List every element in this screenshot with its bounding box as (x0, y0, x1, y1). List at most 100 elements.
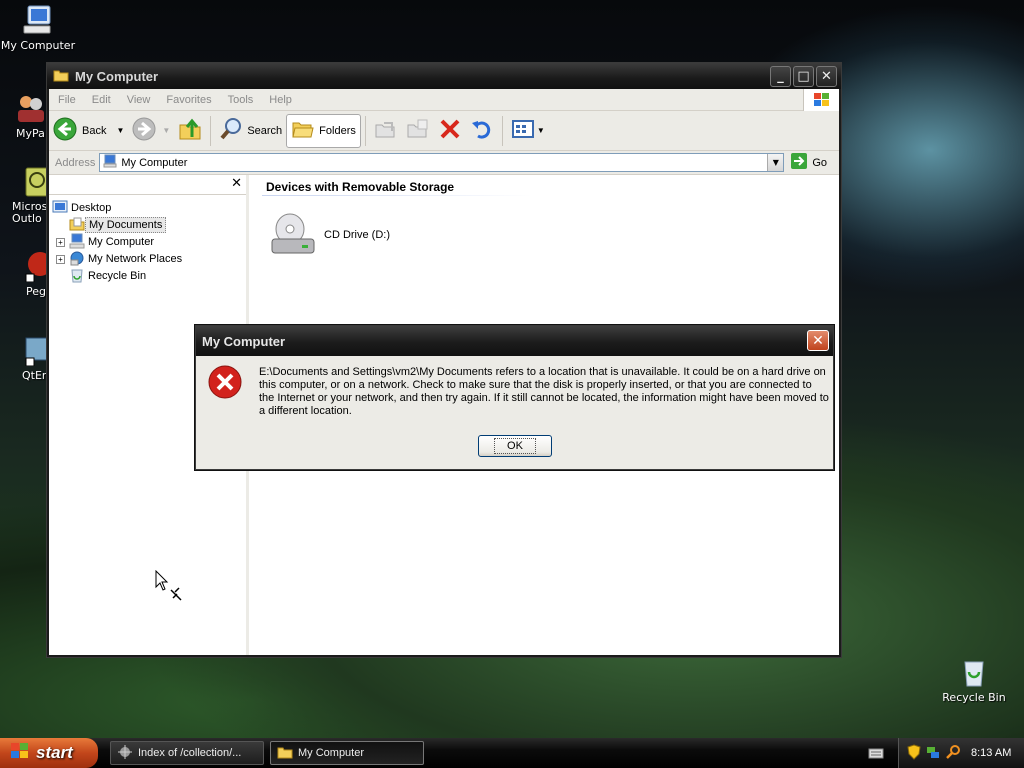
expand-icon[interactable]: + (56, 254, 65, 264)
menu-view[interactable]: View (127, 94, 151, 106)
error-dialog: My Computer ✕ E:\Documents and Settings\… (195, 325, 834, 470)
windows-logo-icon (10, 742, 30, 765)
copy-to-icon (406, 117, 430, 144)
start-button[interactable]: start (0, 738, 98, 768)
back-button[interactable]: Back ▼ (49, 114, 128, 148)
up-folder-icon (178, 117, 202, 144)
ok-label: OK (494, 438, 536, 454)
search-button[interactable]: Search (215, 114, 286, 148)
toolbar-separator (501, 115, 503, 146)
cd-drive-item[interactable]: CD Drive (D:) (270, 209, 390, 260)
computer-small-icon (103, 154, 117, 171)
folders-button[interactable]: Folders (286, 113, 361, 148)
desktop-icon-label: Recycle Bin (942, 691, 1006, 704)
tree-item-desktop[interactable]: Desktop (52, 200, 114, 216)
tree-item-my-computer[interactable]: + My Computer (56, 233, 157, 250)
desktop-icon-label: QtEr (22, 369, 46, 382)
maximize-button[interactable]: □ (793, 65, 814, 87)
delete-icon (438, 117, 462, 144)
clock[interactable]: 8:13 AM (971, 747, 1011, 759)
desktop-icon-recycle-bin[interactable]: Recycle Bin (936, 656, 1012, 704)
taskbar-item-browser[interactable]: Index of /collection/... (110, 741, 264, 765)
taskbar-item-label: Index of /collection/... (138, 747, 242, 759)
minimize-button[interactable]: _ (770, 65, 791, 87)
window-titlebar[interactable]: My Computer _ □ ✕ (47, 63, 841, 89)
tree-item-my-network-places[interactable]: + My Network Places (56, 251, 185, 267)
delete-button[interactable] (434, 114, 466, 148)
window-title: My Computer (75, 68, 159, 84)
go-label: Go (812, 156, 828, 169)
desktop-icon-label: MyPa (16, 127, 45, 140)
error-icon (208, 365, 242, 402)
menu-bar: File Edit View Favorites Tools Help (49, 89, 839, 111)
toolbar-separator (364, 115, 366, 146)
address-input[interactable]: My Computer ▼ (99, 153, 785, 172)
windows-logo-icon (803, 89, 839, 111)
menu-file[interactable]: File (58, 94, 76, 106)
menu-favorites[interactable]: Favorites (166, 94, 211, 106)
up-folder-button[interactable] (174, 114, 206, 148)
browser-icon (117, 744, 133, 763)
views-icon (511, 117, 535, 144)
outlook-icon (24, 166, 46, 198)
views-dropdown-icon[interactable]: ▼ (537, 126, 545, 135)
tree-item-label: Recycle Bin (88, 270, 147, 282)
folders-pane-header: ✕ (49, 175, 246, 195)
dialog-titlebar[interactable]: My Computer (196, 326, 833, 356)
ok-button[interactable]: OK (478, 435, 552, 457)
menu-help[interactable]: Help (269, 94, 292, 106)
start-label: start (36, 743, 73, 762)
dialog-title: My Computer (202, 333, 286, 349)
folder-icon (53, 68, 69, 85)
desktop-icon-peg[interactable]: Peg (0, 250, 46, 298)
group-header: Devices with Removable Storage (266, 180, 455, 194)
go-arrow-icon (790, 152, 808, 173)
menu-tools[interactable]: Tools (228, 94, 254, 106)
cd-drive-label: CD Drive (D:) (324, 228, 390, 241)
taskbar: start Index of /collection/... My Comput… (0, 738, 1024, 768)
forward-arrow-icon (132, 117, 156, 144)
keyboard-icon[interactable] (868, 746, 884, 763)
move-to-button[interactable] (370, 114, 402, 148)
back-dropdown-icon[interactable]: ▼ (116, 126, 124, 135)
address-dropdown-icon[interactable]: ▼ (767, 154, 784, 171)
close-button[interactable]: ✕ (816, 65, 837, 87)
desktop-icon-label: Peg (26, 285, 46, 298)
folders-label: Folders (319, 124, 356, 137)
views-button[interactable]: ▼ (507, 114, 549, 148)
tree-item-label: My Documents (85, 217, 167, 233)
desktop-icon-qter[interactable]: QtEr (0, 334, 46, 382)
forward-button[interactable]: ▼ (128, 114, 174, 148)
desktop-icon-outlook[interactable]: Micros Outlo (0, 166, 46, 225)
desktop-icon-mypa[interactable]: MyPa (0, 92, 46, 140)
network-tray-icon[interactable] (925, 744, 941, 763)
desktop-icon-label: Micros Outlo (12, 200, 46, 225)
go-button[interactable]: Go (790, 152, 827, 173)
tree-item-my-documents[interactable]: My Documents (69, 217, 167, 233)
forward-dropdown-icon: ▼ (162, 126, 171, 135)
back-label: Back (82, 124, 107, 137)
desktop-icon (52, 199, 68, 218)
move-to-icon (374, 117, 398, 144)
expand-icon[interactable]: + (56, 237, 65, 247)
address-label: Address (55, 156, 96, 169)
taskbar-item-my-computer[interactable]: My Computer (270, 741, 424, 765)
search-tray-icon[interactable] (945, 744, 961, 763)
folder-icon (277, 745, 293, 762)
tree-item-label: Desktop (71, 202, 112, 214)
tree-item-recycle-bin[interactable]: Recycle Bin (69, 268, 149, 284)
folders-icon (291, 117, 315, 144)
dialog-message: E:\Documents and Settings\vm2\My Documen… (259, 366, 829, 417)
menu-edit[interactable]: Edit (92, 94, 111, 106)
security-shield-icon[interactable] (907, 743, 921, 763)
undo-button[interactable] (466, 114, 498, 148)
search-icon (219, 117, 243, 144)
close-icon[interactable]: ✕ (231, 176, 242, 191)
dialog-close-button[interactable]: ✕ (807, 330, 829, 351)
group-divider (262, 195, 532, 196)
toolbar: Back ▼ ▼ Search Folders ▼ (49, 111, 839, 151)
qt-icon (24, 334, 46, 367)
peg-icon (24, 250, 46, 283)
recycle-bin-icon (69, 267, 85, 286)
copy-to-button[interactable] (402, 114, 434, 148)
